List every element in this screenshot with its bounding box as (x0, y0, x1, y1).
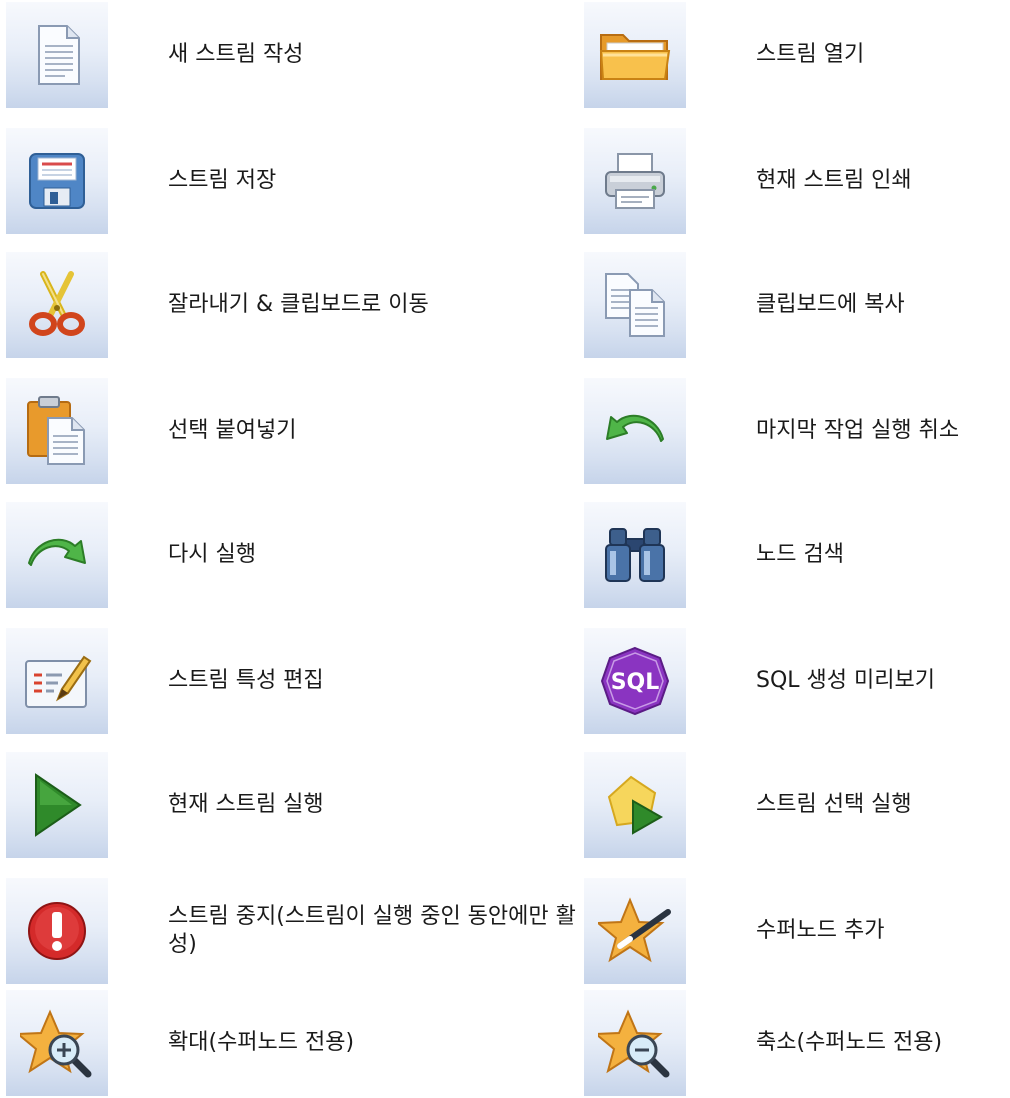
edit-properties-icon (6, 628, 108, 734)
legend-item-edit-properties: 스트림 특성 편집 (6, 628, 576, 734)
new-document-icon (6, 2, 108, 108)
copy-icon (584, 252, 686, 358)
add-supernode-icon (584, 878, 686, 984)
legend-label: 축소(수퍼노드 전용) (756, 1030, 943, 1055)
legend-item-zoom-in: 확대(수퍼노드 전용) (6, 990, 576, 1096)
legend-item-zoom-out: 축소(수퍼노드 전용) (584, 990, 1004, 1096)
printer-icon (584, 128, 686, 234)
legend-label: 잘라내기 & 클립보드로 이동 (168, 292, 429, 317)
legend-label: 수퍼노드 추가 (756, 918, 885, 943)
legend-item-copy: 클립보드에 복사 (584, 252, 1004, 358)
legend-label: 확대(수퍼노드 전용) (168, 1030, 355, 1055)
legend-item-open-stream: 스트림 열기 (584, 2, 1004, 108)
legend-item-redo: 다시 실행 (6, 502, 576, 608)
save-disk-icon (6, 128, 108, 234)
open-folder-icon (584, 2, 686, 108)
legend-row: 확대(수퍼노드 전용) 축소(수퍼노드 전용) (0, 990, 1010, 1096)
legend-label: 스트림 선택 실행 (756, 792, 912, 817)
zoom-out-supernode-icon (584, 990, 686, 1096)
legend-label: 스트림 특성 편집 (168, 668, 324, 693)
legend-item-undo: 마지막 작업 실행 취소 (584, 378, 1004, 484)
legend-row: 스트림 저장 현재 스트림 인쇄 (0, 128, 1010, 234)
toolbar-icon-legend: 새 스트림 작성 스트림 열기 스트림 저장 현재 스트림 인쇄 잘라내기 & … (0, 0, 1010, 1098)
legend-label: SQL 생성 미리보기 (756, 668, 935, 693)
legend-label: 클립보드에 복사 (756, 292, 905, 317)
run-selection-icon (584, 752, 686, 858)
legend-label: 현재 스트림 인쇄 (756, 168, 912, 193)
legend-label: 선택 붙여넣기 (168, 418, 297, 443)
legend-label: 스트림 저장 (168, 168, 277, 193)
legend-item-print-stream: 현재 스트림 인쇄 (584, 128, 1004, 234)
legend-item-run-stream: 현재 스트림 실행 (6, 752, 576, 858)
legend-label: 노드 검색 (756, 542, 844, 567)
legend-row: 잘라내기 & 클립보드로 이동 클립보드에 복사 (0, 252, 1010, 358)
legend-item-cut: 잘라내기 & 클립보드로 이동 (6, 252, 576, 358)
legend-item-save-stream: 스트림 저장 (6, 128, 576, 234)
redo-icon (6, 502, 108, 608)
legend-item-stop-stream: 스트림 중지(스트림이 실행 중인 동안에만 활성) (6, 878, 576, 984)
legend-row: 현재 스트림 실행 스트림 선택 실행 (0, 752, 1010, 858)
legend-row: 선택 붙여넣기 마지막 작업 실행 취소 (0, 378, 1010, 484)
legend-item-new-stream: 새 스트림 작성 (6, 2, 576, 108)
legend-label: 마지막 작업 실행 취소 (756, 418, 960, 443)
legend-item-run-selection: 스트림 선택 실행 (584, 752, 1004, 858)
legend-item-find-node: 노드 검색 (584, 502, 1004, 608)
sql-icon: SQL (584, 628, 686, 734)
sql-icon-text: SQL (611, 670, 660, 695)
legend-label: 스트림 중지(스트림이 실행 중인 동안에만 활성) (168, 904, 576, 957)
zoom-in-supernode-icon (6, 990, 108, 1096)
legend-label: 다시 실행 (168, 542, 256, 567)
legend-label: 새 스트림 작성 (168, 42, 304, 67)
undo-icon (584, 378, 686, 484)
legend-item-sql-preview: SQL SQL 생성 미리보기 (584, 628, 1004, 734)
legend-item-paste: 선택 붙여넣기 (6, 378, 576, 484)
legend-row: 새 스트림 작성 스트림 열기 (0, 2, 1010, 108)
legend-item-add-supernode: 수퍼노드 추가 (584, 878, 1004, 984)
run-icon (6, 752, 108, 858)
legend-row: 다시 실행 노드 검색 (0, 502, 1010, 608)
legend-row: 스트림 중지(스트림이 실행 중인 동안에만 활성) 수퍼노드 추가 (0, 878, 1010, 984)
legend-label: 스트림 열기 (756, 42, 865, 67)
paste-icon (6, 378, 108, 484)
scissors-icon (6, 252, 108, 358)
legend-row: 스트림 특성 편집 SQL SQL 생성 미리보기 (0, 628, 1010, 734)
binoculars-icon (584, 502, 686, 608)
stop-icon (6, 878, 108, 984)
legend-label: 현재 스트림 실행 (168, 792, 324, 817)
